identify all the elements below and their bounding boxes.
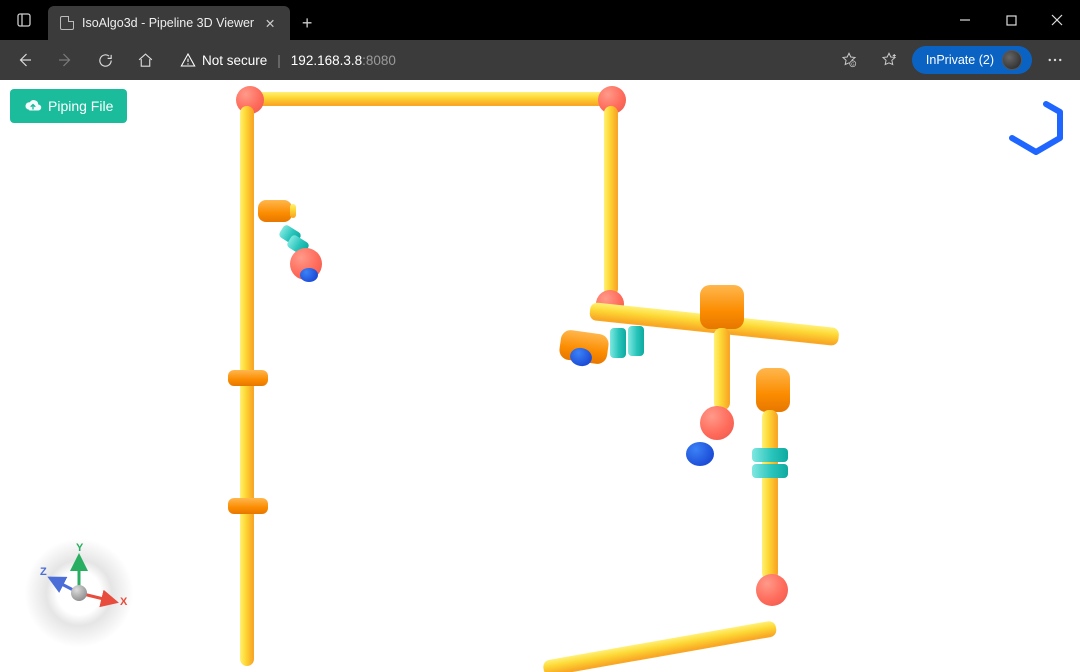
flange-fitting bbox=[610, 328, 626, 358]
logo-icon bbox=[1006, 90, 1066, 162]
more-button[interactable] bbox=[1038, 44, 1072, 76]
pipe-segment bbox=[250, 92, 610, 106]
axis-y-label: Y bbox=[76, 542, 83, 554]
close-window-button[interactable] bbox=[1034, 0, 1080, 40]
warning-icon bbox=[180, 52, 196, 68]
tab-area: IsoAlgo3d - Pipeline 3D Viewer ✕ + bbox=[0, 0, 324, 40]
piping-file-button[interactable]: Piping File bbox=[10, 89, 127, 123]
url-display: 192.168.3.8:8080 bbox=[291, 53, 396, 68]
browser-tab[interactable]: IsoAlgo3d - Pipeline 3D Viewer ✕ bbox=[48, 6, 290, 40]
cloud-upload-icon bbox=[24, 99, 42, 113]
inprivate-label: InPrivate (2) bbox=[926, 53, 994, 67]
security-label: Not secure bbox=[202, 53, 267, 68]
axis-x-label: X bbox=[120, 596, 127, 608]
pipe-segment bbox=[290, 204, 296, 218]
new-tab-button[interactable]: + bbox=[290, 6, 324, 40]
address-bar[interactable]: Not secure | 192.168.3.8:8080 bbox=[168, 45, 826, 75]
url-host: 192.168.3.8 bbox=[291, 53, 362, 68]
tab-close-button[interactable]: ✕ bbox=[262, 16, 278, 31]
pipe-cap bbox=[686, 442, 714, 466]
page-icon bbox=[60, 16, 74, 30]
tee-fitting bbox=[756, 368, 790, 412]
tab-actions-button[interactable] bbox=[0, 0, 48, 40]
site-security[interactable]: Not secure bbox=[180, 52, 267, 68]
app-viewport: Piping File X Y Z bbox=[0, 80, 1080, 672]
pipe-segment bbox=[714, 328, 730, 410]
piping-file-label: Piping File bbox=[48, 98, 113, 114]
window-titlebar: IsoAlgo3d - Pipeline 3D Viewer ✕ + bbox=[0, 0, 1080, 40]
flange-fitting bbox=[752, 464, 788, 478]
star-plus-icon bbox=[880, 51, 898, 69]
close-icon bbox=[1051, 14, 1063, 26]
forward-button[interactable] bbox=[48, 44, 82, 76]
ellipsis-icon bbox=[1046, 51, 1064, 69]
app-logo bbox=[1006, 90, 1066, 167]
elbow-fitting bbox=[756, 574, 788, 606]
minimize-icon bbox=[959, 14, 971, 26]
axis-gizmo[interactable]: X Y Z bbox=[24, 538, 134, 648]
flange-fitting bbox=[628, 326, 644, 356]
arrow-right-icon bbox=[56, 51, 74, 69]
url-port: :8080 bbox=[362, 53, 396, 68]
arrow-left-icon bbox=[16, 51, 34, 69]
refresh-button[interactable] bbox=[88, 44, 122, 76]
gizmo-origin bbox=[71, 585, 87, 601]
tee-fitting bbox=[258, 200, 292, 222]
profile-avatar-icon bbox=[1002, 50, 1022, 70]
home-icon bbox=[137, 52, 154, 69]
browser-toolbar: Not secure | 192.168.3.8:8080 G InPrivat… bbox=[0, 40, 1080, 80]
minimize-button[interactable] bbox=[942, 0, 988, 40]
address-separator: | bbox=[277, 53, 281, 68]
maximize-icon bbox=[1006, 15, 1017, 26]
pipe-segment bbox=[240, 106, 254, 666]
pipeline-3d-scene[interactable] bbox=[0, 80, 1080, 672]
maximize-button[interactable] bbox=[988, 0, 1034, 40]
pipe-cap bbox=[300, 268, 318, 282]
favorites-button[interactable] bbox=[872, 44, 906, 76]
refresh-icon bbox=[97, 52, 114, 69]
axis-z-label: Z bbox=[40, 566, 47, 578]
elbow-fitting bbox=[700, 406, 734, 440]
titlebar-drag-region[interactable] bbox=[324, 0, 942, 40]
tab-actions-icon bbox=[16, 12, 32, 28]
nozzle-fitting bbox=[228, 498, 268, 514]
flange-fitting bbox=[752, 448, 788, 462]
back-button[interactable] bbox=[8, 44, 42, 76]
pipe-segment bbox=[762, 410, 778, 580]
tee-fitting bbox=[700, 285, 744, 329]
inprivate-indicator[interactable]: InPrivate (2) bbox=[912, 46, 1032, 74]
nozzle-fitting bbox=[228, 370, 268, 386]
read-aloud-button[interactable]: G bbox=[832, 44, 866, 76]
star-badge-icon: G bbox=[840, 51, 858, 69]
pipe-segment bbox=[542, 620, 777, 672]
tab-title: IsoAlgo3d - Pipeline 3D Viewer bbox=[82, 16, 254, 30]
window-controls bbox=[942, 0, 1080, 40]
pipe-segment bbox=[604, 106, 618, 296]
home-button[interactable] bbox=[128, 44, 162, 76]
svg-text:G: G bbox=[851, 61, 855, 66]
